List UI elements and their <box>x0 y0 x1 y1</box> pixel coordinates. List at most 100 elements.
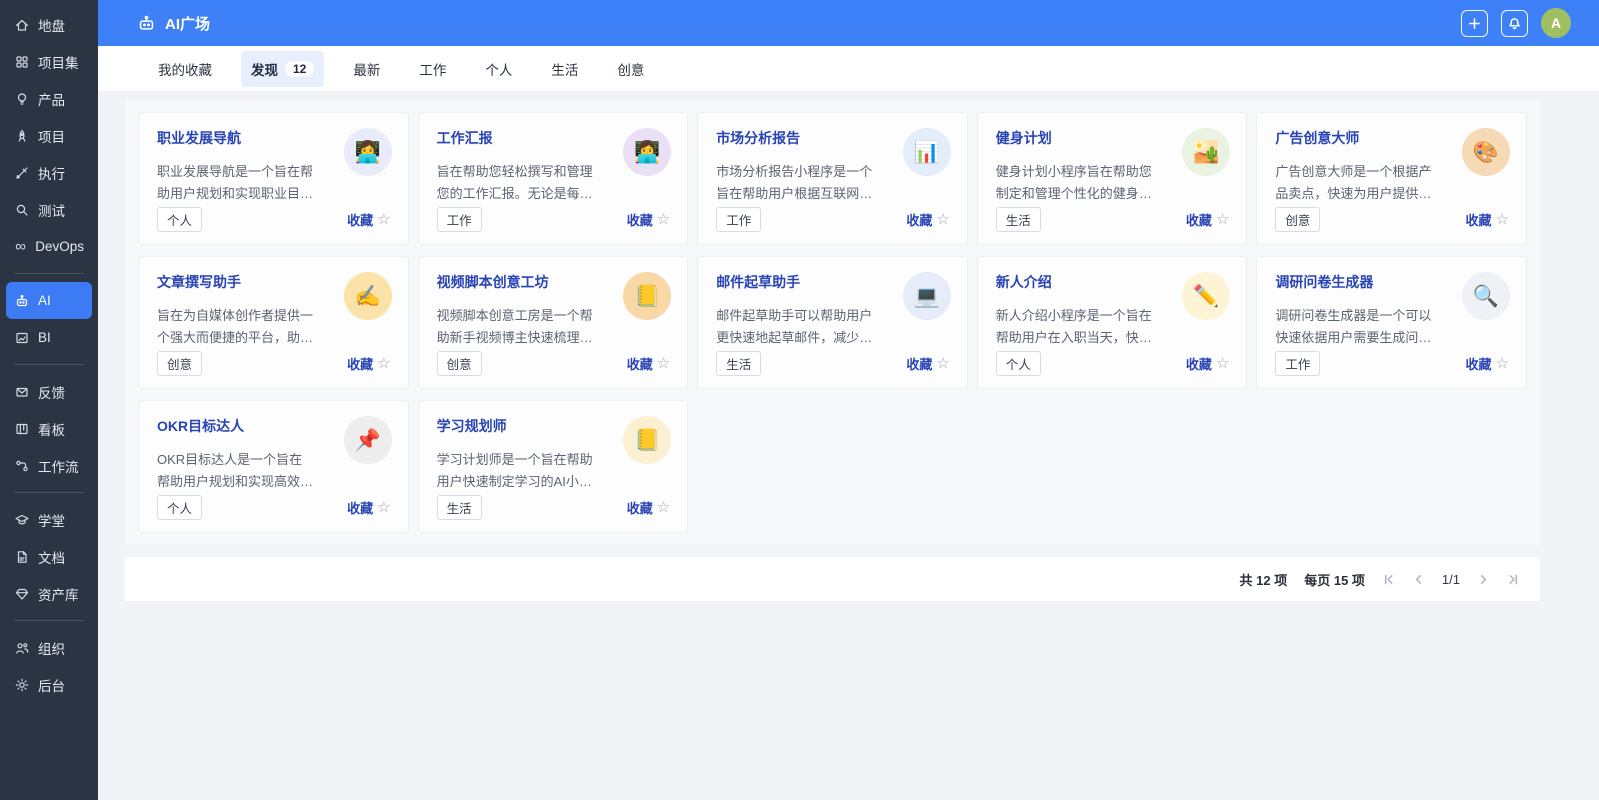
app-card[interactable]: 健身计划 🏜️ 健身计划小程序旨在帮助您制定和管理个性化的健身计划，让... 生… <box>977 112 1248 245</box>
sidebar-item-label: 测试 <box>38 200 65 220</box>
sidebar-item-assets[interactable]: 资产库 <box>6 575 92 612</box>
notifications-button[interactable] <box>1501 10 1528 37</box>
tab-discover[interactable]: 发现 12 <box>241 51 324 87</box>
total-count: 共 12 项 <box>1240 570 1288 589</box>
pushpin-icon: 📌 <box>344 416 392 464</box>
artist-palette-icon: 🎨 <box>1462 128 1510 176</box>
favorite-button[interactable]: 收藏 ☆ <box>347 498 390 517</box>
tab-personal[interactable]: 个人 <box>475 51 522 87</box>
sidebar-item-label: 反馈 <box>38 382 65 402</box>
app-card[interactable]: OKR目标达人 📌 OKR目标达人是一个旨在帮助用户规划和实现高效目标管理的A.… <box>138 400 409 533</box>
app-card[interactable]: 新人介绍 ✏️ 新人介绍小程序是一个旨在帮助用户在入职当天，快速编写自... 个… <box>977 256 1248 389</box>
app-card[interactable]: 调研问卷生成器 🔍 调研问卷生成器是一个可以快速依据用户需要生成问卷内容的...… <box>1256 256 1527 389</box>
sidebar-item-product[interactable]: 产品 <box>6 80 92 117</box>
asset-diamond-icon <box>14 586 30 602</box>
app-card[interactable]: 邮件起草助手 💻 邮件起草助手可以帮助用户更快速地起草邮件，减少繁琐的手... … <box>697 256 968 389</box>
app-card[interactable]: 市场分析报告 📊 市场分析报告小程序是一个旨在帮助用户根据互联网信息快速... … <box>697 112 968 245</box>
robot-icon <box>14 293 30 309</box>
top-header: AI广场 A <box>98 0 1599 46</box>
star-icon: ☆ <box>1496 212 1509 227</box>
category-tag: 工作 <box>437 207 482 232</box>
chevron-left-icon <box>1412 573 1425 586</box>
sidebar-item-ai[interactable]: AI <box>6 282 92 319</box>
card-description: 职业发展导航是一个旨在帮助用户规划和实现职业目标的AI小... <box>157 161 314 205</box>
bulb-icon <box>14 91 30 107</box>
sidebar-item-workflow[interactable]: 工作流 <box>6 447 92 484</box>
category-tag: 创意 <box>1275 207 1320 232</box>
card-description: OKR目标达人是一个旨在帮助用户规划和实现高效目标管理的A... <box>157 449 314 493</box>
app-card[interactable]: 工作汇报 👩‍💻 旨在帮助您轻松撰写和管理您的工作汇报。无论是每周、每月... … <box>418 112 689 245</box>
tab-latest[interactable]: 最新 <box>343 51 390 87</box>
card-description: 学习计划师是一个旨在帮助用户快速制定学习的AI小程序，为... <box>437 449 594 493</box>
sidebar-item-devops[interactable]: ∞ DevOps <box>6 228 92 265</box>
category-tag: 创意 <box>157 351 202 376</box>
next-page-button[interactable] <box>1477 573 1490 586</box>
tab-my-favorites[interactable]: 我的收藏 <box>148 51 222 87</box>
sidebar-item-project[interactable]: 项目 <box>6 117 92 154</box>
favorite-button[interactable]: 收藏 ☆ <box>906 354 949 373</box>
sidebar-item-project-set[interactable]: 项目集 <box>6 43 92 80</box>
app-card[interactable]: 文章撰写助手 ✍️ 旨在为自媒体创作者提供一个强大而便捷的平台，助力您撰写...… <box>138 256 409 389</box>
star-icon: ☆ <box>1216 356 1229 371</box>
sidebar-item-kanban[interactable]: 看板 <box>6 410 92 447</box>
bar-chart-icon: 📊 <box>903 128 951 176</box>
gear-icon <box>14 677 30 693</box>
favorite-button[interactable]: 收藏 ☆ <box>906 210 949 229</box>
sidebar-item-bi[interactable]: BI <box>6 319 92 356</box>
dart-icon <box>14 165 30 181</box>
card-description: 健身计划小程序旨在帮助您制定和管理个性化的健身计划，让... <box>996 161 1153 205</box>
favorite-button[interactable]: 收藏 ☆ <box>627 498 670 517</box>
last-page-button[interactable] <box>1507 573 1520 586</box>
star-icon: ☆ <box>377 212 390 227</box>
plus-icon <box>1467 16 1482 31</box>
sidebar-item-label: DevOps <box>35 239 84 254</box>
sidebar-item-label: 工作流 <box>38 456 79 476</box>
star-icon: ☆ <box>657 500 670 515</box>
app-card[interactable]: 广告创意大师 🎨 广告创意大师是一个根据产品卖点，快速为用户提供广告文案... … <box>1256 112 1527 245</box>
favorite-button[interactable]: 收藏 ☆ <box>1186 354 1229 373</box>
sidebar-item-test[interactable]: 测试 <box>6 191 92 228</box>
prev-page-button[interactable] <box>1412 573 1425 586</box>
woman-technologist-icon: 👩‍💻 <box>344 128 392 176</box>
cards-container: 职业发展导航 👩‍💻 职业发展导航是一个旨在帮助用户规划和实现职业目标的AI小.… <box>125 100 1540 545</box>
sidebar-item-territory[interactable]: 地盘 <box>6 6 92 43</box>
rocket-icon <box>14 128 30 144</box>
sidebar-item-school[interactable]: 学堂 <box>6 501 92 538</box>
favorite-button[interactable]: 收藏 ☆ <box>1186 210 1229 229</box>
category-tag: 个人 <box>157 207 202 232</box>
notebook-icon: 📒 <box>623 416 671 464</box>
notebook-icon: 📒 <box>623 272 671 320</box>
tab-life[interactable]: 生活 <box>541 51 588 87</box>
page-size-select[interactable]: 每页 15 项 <box>1304 570 1365 589</box>
favorite-button[interactable]: 收藏 ☆ <box>627 210 670 229</box>
sidebar-divider <box>14 364 84 365</box>
favorite-button[interactable]: 收藏 ☆ <box>1466 354 1509 373</box>
sidebar-item-feedback[interactable]: 反馈 <box>6 373 92 410</box>
sidebar-item-admin[interactable]: 后台 <box>6 666 92 703</box>
sidebar-item-label: 文档 <box>38 547 65 567</box>
first-page-button[interactable] <box>1382 573 1395 586</box>
sidebar-item-label: 项目集 <box>38 52 79 72</box>
sidebar-item-label: 产品 <box>38 89 65 109</box>
favorite-button[interactable]: 收藏 ☆ <box>347 210 390 229</box>
page-title: AI广场 <box>165 13 210 34</box>
tab-work[interactable]: 工作 <box>409 51 456 87</box>
sidebar-item-label: BI <box>38 330 51 345</box>
app-card[interactable]: 视频脚本创意工坊 📒 视频脚本创意工房是一个帮助新手视频博主快速梳理视频创作..… <box>418 256 689 389</box>
app-card[interactable]: 职业发展导航 👩‍💻 职业发展导航是一个旨在帮助用户规划和实现职业目标的AI小.… <box>138 112 409 245</box>
sidebar-item-label: 学堂 <box>38 510 65 530</box>
avatar[interactable]: A <box>1541 8 1571 38</box>
create-button[interactable] <box>1461 10 1488 37</box>
favorite-button[interactable]: 收藏 ☆ <box>627 354 670 373</box>
favorite-button[interactable]: 收藏 ☆ <box>347 354 390 373</box>
sidebar-item-execute[interactable]: 执行 <box>6 154 92 191</box>
sidebar-item-docs[interactable]: 文档 <box>6 538 92 575</box>
card-description: 邮件起草助手可以帮助用户更快速地起草邮件，减少繁琐的手... <box>716 305 873 349</box>
card-description: 旨在帮助您轻松撰写和管理您的工作汇报。无论是每周、每月... <box>437 161 594 205</box>
tab-creative[interactable]: 创意 <box>607 51 654 87</box>
chevron-right-icon <box>1477 573 1490 586</box>
favorite-button[interactable]: 收藏 ☆ <box>1466 210 1509 229</box>
card-description: 广告创意大师是一个根据产品卖点，快速为用户提供广告文案... <box>1275 161 1432 205</box>
app-card[interactable]: 学习规划师 📒 学习计划师是一个旨在帮助用户快速制定学习的AI小程序，为... … <box>418 400 689 533</box>
sidebar-item-organization[interactable]: 组织 <box>6 629 92 666</box>
